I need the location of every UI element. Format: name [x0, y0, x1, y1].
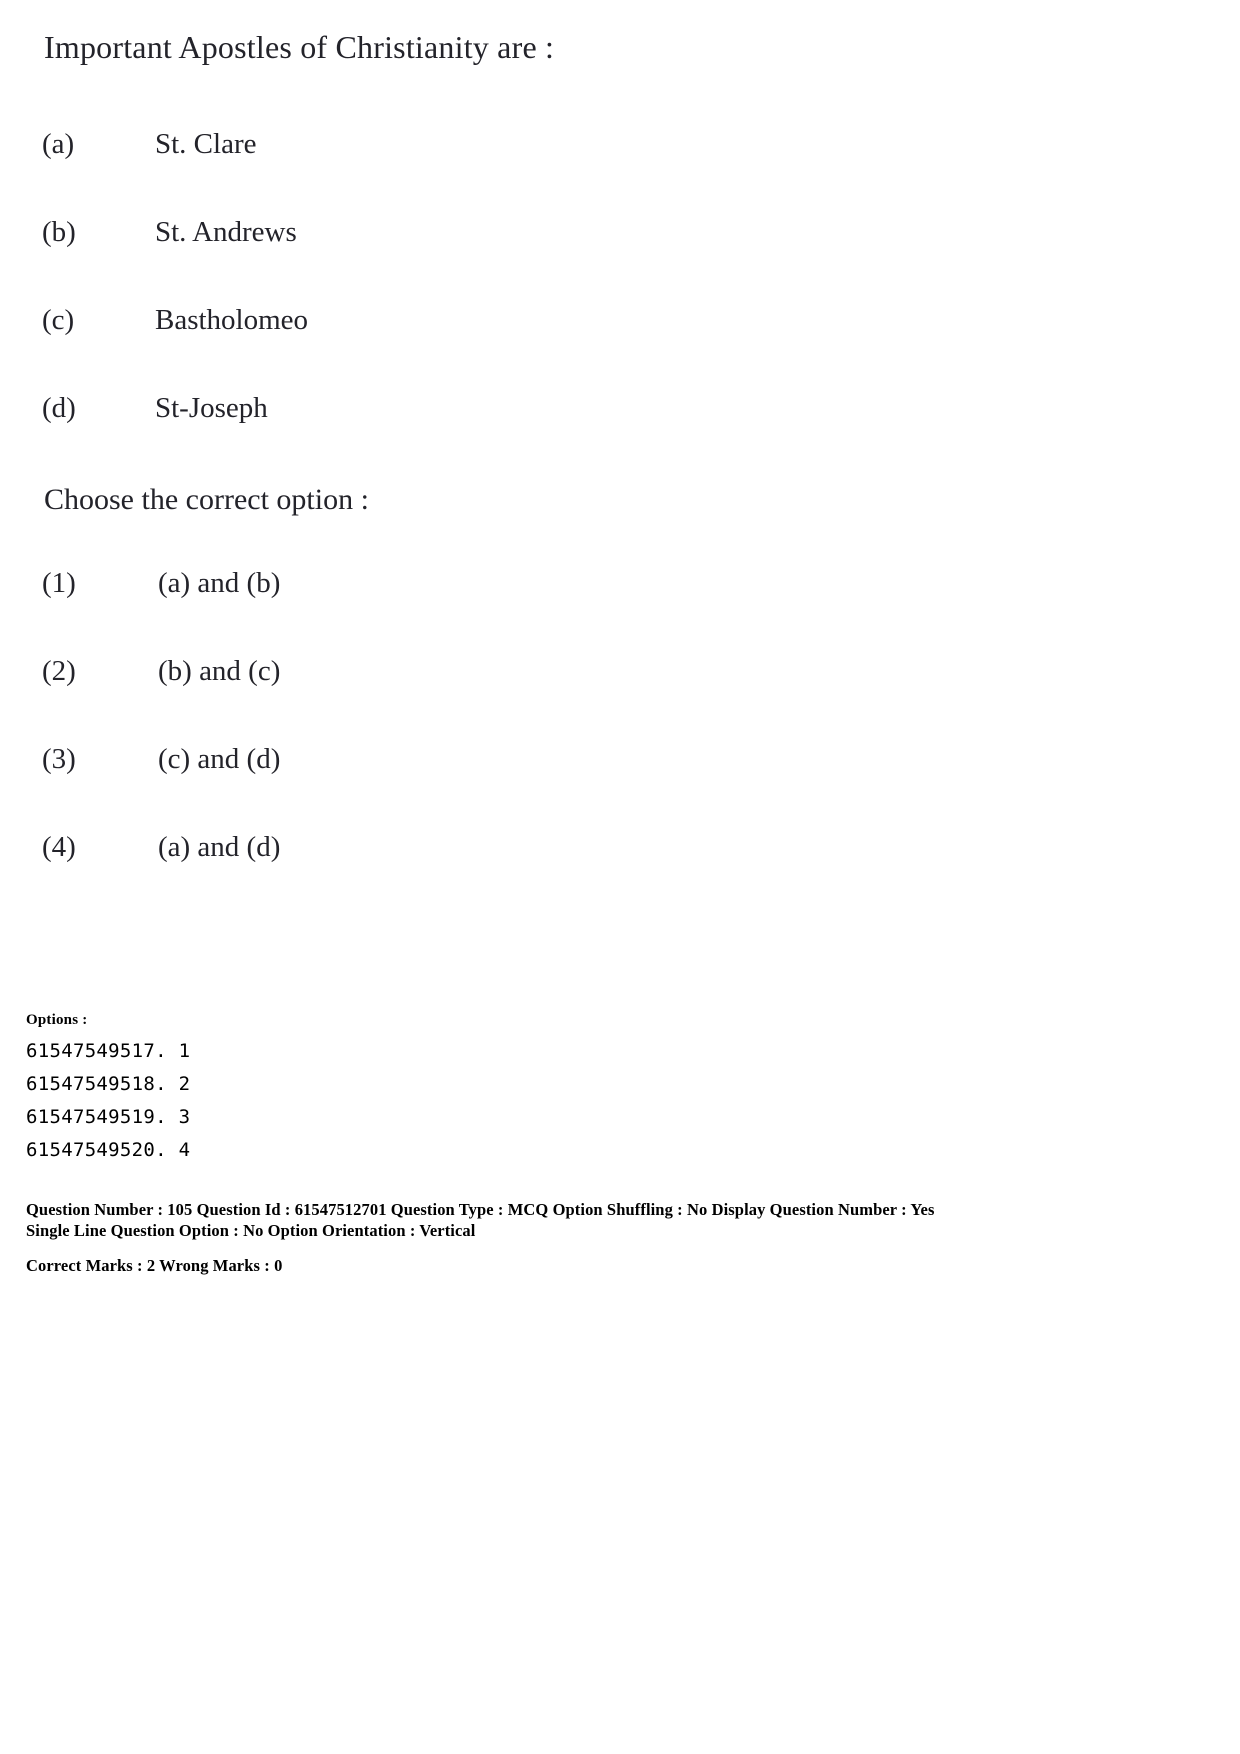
option-id-row-3: 61547549519. 3	[26, 1106, 191, 1128]
answer-option-3[interactable]: (3) (c) and (d)	[0, 743, 1240, 831]
answer-label-1: (1)	[42, 567, 76, 599]
statement-text-d: St-Joseph	[155, 392, 268, 424]
options-heading: Options :	[26, 1012, 88, 1028]
option-id-row-4: 61547549520. 4	[26, 1139, 191, 1161]
statement-text-c: Bastholomeo	[155, 304, 309, 336]
answer-option-1[interactable]: (1) (a) and (b)	[0, 567, 1240, 655]
statement-label-b: (b)	[42, 216, 76, 248]
question-metadata: Question Number : 105 Question Id : 6154…	[26, 1199, 1216, 1276]
answer-text-4: (a) and (d)	[158, 831, 281, 863]
answer-label-2: (2)	[42, 655, 76, 687]
choose-correct-option-instruction: Choose the correct option :	[44, 483, 369, 516]
statement-text-a: St. Clare	[155, 128, 257, 160]
statement-row: (b) St. Andrews	[0, 216, 1240, 304]
answer-text-2: (b) and (c)	[158, 655, 281, 687]
metadata-line-marks: Correct Marks : 2 Wrong Marks : 0	[26, 1256, 283, 1275]
statement-label-c: (c)	[42, 304, 75, 336]
answer-text-3: (c) and (d)	[158, 743, 281, 775]
statement-text-b: St. Andrews	[155, 216, 297, 248]
answer-option-4[interactable]: (4) (a) and (d)	[0, 831, 1240, 919]
metadata-line-question-info: Question Number : 105 Question Id : 6154…	[26, 1200, 935, 1219]
metadata-line-option-info: Single Line Question Option : No Option …	[26, 1221, 476, 1240]
answer-label-4: (4)	[42, 831, 76, 863]
question-page: Important Apostles of Christianity are :…	[0, 0, 1240, 1754]
options-id-block: Options : 61547549517. 1 61547549518. 2 …	[26, 1012, 726, 1167]
statement-row: (c) Bastholomeo	[0, 304, 1240, 392]
option-id-row-2: 61547549518. 2	[26, 1073, 191, 1095]
statement-label-d: (d)	[42, 392, 76, 424]
statement-row: (a) St. Clare	[0, 128, 1240, 216]
statement-row: (d) St-Joseph	[0, 392, 1240, 480]
answer-option-2[interactable]: (2) (b) and (c)	[0, 655, 1240, 743]
answer-option-list: (1) (a) and (b) (2) (b) and (c) (3) (c) …	[0, 567, 1240, 919]
answer-label-3: (3)	[42, 743, 76, 775]
question-stem: Important Apostles of Christianity are :	[44, 29, 555, 65]
statement-list: (a) St. Clare (b) St. Andrews (c) Bastho…	[0, 128, 1240, 480]
statement-label-a: (a)	[42, 128, 75, 160]
answer-text-1: (a) and (b)	[158, 567, 281, 599]
option-id-row-1: 61547549517. 1	[26, 1040, 191, 1062]
